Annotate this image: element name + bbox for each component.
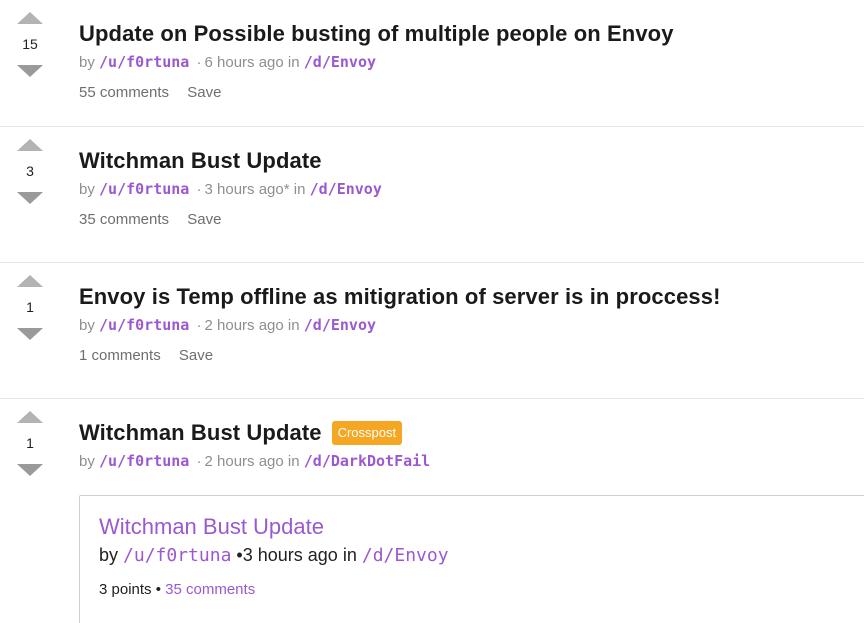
post-item: 3 Witchman Bust Update by /u/f0rtuna · 3 …	[0, 127, 864, 263]
upvote-arrow-icon[interactable]	[17, 411, 43, 423]
in-label: in	[293, 181, 306, 198]
by-label: by	[79, 317, 95, 334]
separator-dot: •	[155, 581, 161, 598]
by-label: by	[99, 545, 119, 565]
post-time: 3 hours ago*	[204, 181, 290, 198]
post-actions: 35 comments Save	[79, 210, 864, 230]
post-time: 2 hours ago	[204, 453, 284, 470]
downvote-arrow-icon[interactable]	[17, 65, 43, 77]
post-body: Witchman Bust Update by /u/f0rtuna · 3 ho…	[79, 147, 864, 230]
by-label: by	[79, 181, 95, 198]
crosspost-meta: by /u/f0rtuna •3 hours ago in /d/Envoy	[99, 543, 859, 568]
post-title[interactable]: Witchman Bust Update	[79, 147, 864, 175]
author-link[interactable]: /u/f0rtuna	[123, 545, 231, 566]
post-time: 2 hours ago	[204, 317, 284, 334]
post-time: 6 hours ago	[204, 54, 284, 71]
post-title-row: Witchman Bust Update Crosspost	[79, 419, 864, 447]
comments-link[interactable]: 55 comments	[79, 84, 169, 101]
by-label: by	[79, 54, 95, 71]
post-meta: by /u/f0rtuna · 6 hours ago in /d/Envoy	[79, 52, 864, 73]
community-link[interactable]: /d/Envoy	[310, 180, 382, 198]
post-score: 1	[26, 435, 34, 451]
separator-dot: ·	[196, 181, 202, 198]
post-item: 1 Witchman Bust Update Crosspost by /u/f…	[0, 399, 864, 623]
separator-dot: ·	[196, 317, 202, 334]
upvote-arrow-icon[interactable]	[17, 275, 43, 287]
post-item: 15 Update on Possible busting of multipl…	[0, 0, 864, 127]
community-link[interactable]: /d/Envoy	[304, 53, 376, 71]
save-button[interactable]: Save	[187, 84, 221, 101]
crosspost-badge: Crosspost	[331, 421, 403, 445]
author-link[interactable]: /u/f0rtuna	[99, 452, 189, 470]
community-link[interactable]: /d/DarkDotFail	[304, 452, 430, 470]
save-button[interactable]: Save	[187, 211, 221, 228]
crosspost-stats: 3 points • 35 comments	[99, 580, 859, 600]
comments-link[interactable]: 35 comments	[79, 211, 169, 228]
post-title[interactable]: Update on Possible busting of multiple p…	[79, 20, 864, 48]
vote-controls: 3	[14, 139, 46, 204]
post-body: Witchman Bust Update Crosspost by /u/f0r…	[79, 419, 864, 472]
vote-controls: 1	[14, 275, 46, 340]
separator-dot: ·	[196, 453, 202, 470]
post-title[interactable]: Envoy is Temp offline as mitigration of …	[79, 283, 864, 311]
comments-link[interactable]: 1 comments	[79, 347, 161, 364]
separator-dot: ·	[196, 54, 202, 71]
comments-link[interactable]: 35 comments	[165, 581, 255, 598]
post-actions: 55 comments Save	[79, 83, 864, 103]
upvote-arrow-icon[interactable]	[17, 139, 43, 151]
vote-controls: 15	[14, 12, 46, 77]
in-label: in	[342, 545, 357, 565]
in-label: in	[287, 54, 300, 71]
post-actions: 1 comments Save	[79, 346, 864, 366]
community-link[interactable]: /d/Envoy	[362, 545, 449, 566]
by-label: by	[79, 453, 95, 470]
post-item: 1 Envoy is Temp offline as mitigration o…	[0, 263, 864, 399]
post-meta: by /u/f0rtuna · 2 hours ago in /d/DarkDot…	[79, 451, 864, 472]
vote-controls: 1	[14, 411, 46, 476]
author-link[interactable]: /u/f0rtuna	[99, 316, 189, 334]
downvote-arrow-icon[interactable]	[17, 192, 43, 204]
save-button[interactable]: Save	[179, 347, 213, 364]
post-meta: by /u/f0rtuna · 2 hours ago in /d/Envoy	[79, 315, 864, 336]
post-body: Update on Possible busting of multiple p…	[79, 20, 864, 103]
post-meta: by /u/f0rtuna · 3 hours ago* in /d/Envoy	[79, 179, 864, 200]
post-score: 15	[22, 36, 38, 52]
author-link[interactable]: /u/f0rtuna	[99, 53, 189, 71]
points-count: 3 points	[99, 581, 152, 598]
community-link[interactable]: /d/Envoy	[304, 316, 376, 334]
crosspost-title[interactable]: Witchman Bust Update	[99, 514, 859, 540]
crosspost-embed: Witchman Bust Update by /u/f0rtuna •3 ho…	[79, 495, 864, 623]
downvote-arrow-icon[interactable]	[17, 328, 43, 340]
downvote-arrow-icon[interactable]	[17, 464, 43, 476]
post-score: 1	[26, 299, 34, 315]
author-link[interactable]: /u/f0rtuna	[99, 180, 189, 198]
post-title[interactable]: Witchman Bust Update	[79, 419, 322, 447]
post-score: 3	[26, 163, 34, 179]
upvote-arrow-icon[interactable]	[17, 12, 43, 24]
in-label: in	[287, 453, 300, 470]
crosspost-time: 3 hours ago	[242, 545, 338, 565]
post-body: Envoy is Temp offline as mitigration of …	[79, 283, 864, 366]
in-label: in	[287, 317, 300, 334]
